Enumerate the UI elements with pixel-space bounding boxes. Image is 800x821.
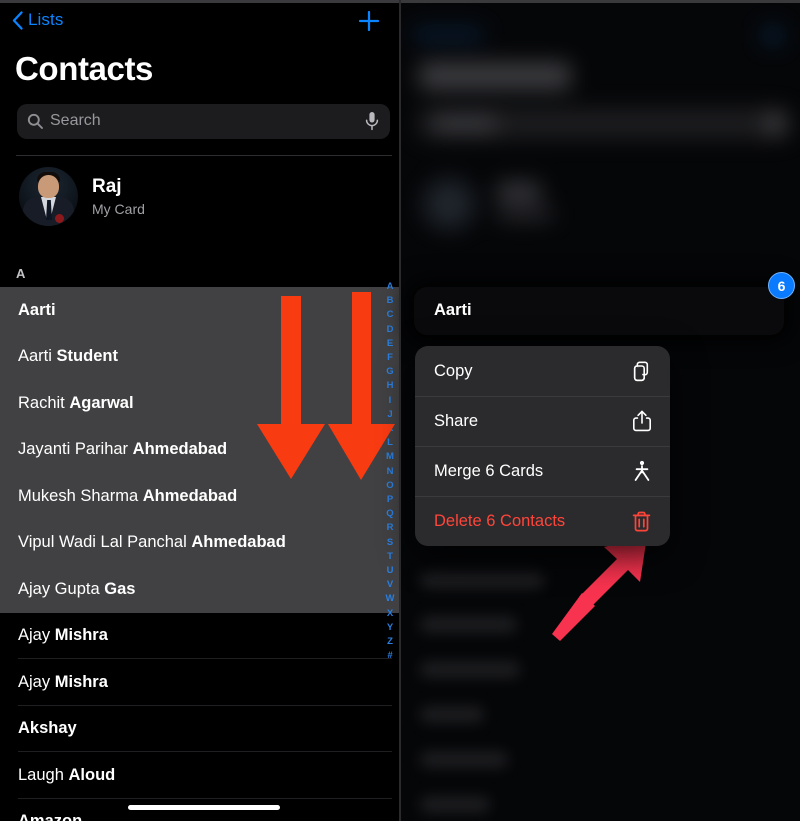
home-indicator-left <box>128 804 280 810</box>
contact-given-name: Mukesh Sharma <box>18 486 139 505</box>
contact-row[interactable]: Ajay Mishra <box>0 612 399 659</box>
screenshot-root: Lists Contacts Search Raj My Card A Aart… <box>0 0 800 821</box>
blurred-my-card-name <box>497 182 541 202</box>
trash-icon <box>631 510 652 533</box>
contact-given-name: Rachit <box>18 393 65 412</box>
contact-family-name: Ahmedabad <box>142 486 238 505</box>
contact-row[interactable]: Ajay Gupta Gas <box>0 566 399 613</box>
preview-contact-name: Aarti <box>434 301 472 319</box>
alphabet-index-letter[interactable]: P <box>387 493 393 507</box>
menu-item-share[interactable]: Share <box>415 396 670 446</box>
page-title: Contacts <box>15 50 153 87</box>
blurred-back-button <box>413 28 483 41</box>
contact-given-name: Vipul Wadi Lal Panchal <box>18 533 187 552</box>
contact-given-name: Jayanti Parihar <box>18 440 129 459</box>
contact-row[interactable]: Vipul Wadi Lal Panchal Ahmedabad <box>0 519 399 566</box>
context-menu: Copy Share Merge 6 Cards Delete 6 Contacts <box>415 346 670 546</box>
contact-given-name: Amazon <box>18 812 82 821</box>
my-card-subtitle: My Card <box>92 201 145 217</box>
contact-given-name: Aarti <box>18 347 52 366</box>
chevron-left-icon <box>12 10 23 30</box>
alphabet-index-letter[interactable]: V <box>387 578 393 592</box>
contact-name: Ajay Mishra <box>18 626 108 645</box>
alphabet-index-letter[interactable]: Y <box>387 621 393 635</box>
alphabet-index-letter[interactable]: X <box>387 607 393 621</box>
red-diagonal-arrow <box>548 533 658 645</box>
alphabet-index-letter[interactable]: Q <box>386 507 393 521</box>
contact-family-name: Agarwal <box>69 393 134 412</box>
contact-name: Aarti <box>18 301 56 320</box>
back-button-label: Lists <box>28 10 64 29</box>
menu-item-copy[interactable]: Copy <box>415 346 670 396</box>
contact-family-name: Student <box>56 347 118 366</box>
blurred-page-title <box>419 62 571 90</box>
panel-divider <box>399 0 401 821</box>
menu-item-delete-6-contacts[interactable]: Delete 6 Contacts <box>415 496 670 546</box>
red-down-arrow-left <box>252 296 330 481</box>
contact-preview-card[interactable]: Aarti <box>414 287 784 335</box>
menu-item-label: Merge 6 Cards <box>434 461 544 480</box>
contact-name: Ajay Mishra <box>18 673 108 692</box>
copy-icon <box>631 360 652 383</box>
navigation-bar: Lists <box>0 8 399 42</box>
contact-family-name: Mishra <box>54 672 108 691</box>
menu-item-label: Copy <box>434 361 473 380</box>
contact-name: Rachit Agarwal <box>18 394 134 413</box>
alphabet-index-letter[interactable]: Z <box>387 635 393 649</box>
search-input[interactable]: Search <box>17 104 390 139</box>
my-card-row[interactable]: Raj My Card <box>0 160 399 234</box>
share-icon <box>631 410 652 433</box>
blurred-my-card-subtitle <box>497 208 553 221</box>
contact-name: Ajay Gupta Gas <box>18 580 135 599</box>
menu-item-label: Share <box>434 411 479 430</box>
contact-name: Vipul Wadi Lal Panchal Ahmedabad <box>18 533 286 552</box>
blurred-avatar <box>423 178 475 230</box>
contact-given-name: Ajay <box>18 626 51 645</box>
contact-name: Amazon <box>18 812 82 821</box>
contact-row[interactable]: Laugh Aloud <box>0 752 399 799</box>
alphabet-index-letter[interactable]: R <box>387 521 394 535</box>
contact-name: Akshay <box>18 719 77 738</box>
add-contact-button[interactable] <box>355 7 383 35</box>
contact-given-name: Aarti <box>18 300 56 319</box>
contact-given-name: Akshay <box>18 719 77 738</box>
search-icon <box>27 113 43 129</box>
search-placeholder: Search <box>50 112 101 129</box>
red-down-arrow-right <box>326 292 398 482</box>
blurred-microphone-icon <box>767 114 782 133</box>
contact-name: Aarti Student <box>18 347 118 366</box>
blurred-search-placeholder <box>434 117 496 130</box>
contact-name: Mukesh Sharma Ahmedabad <box>18 487 237 506</box>
merge-icon <box>631 460 652 483</box>
left-phone-panel: Lists Contacts Search Raj My Card A Aart… <box>0 0 399 821</box>
menu-item-merge-6-cards[interactable]: Merge 6 Cards <box>415 446 670 496</box>
contact-name: Laugh Aloud <box>18 766 115 785</box>
contact-name: Jayanti Parihar Ahmedabad <box>18 440 227 459</box>
back-to-lists-button[interactable]: Lists <box>12 10 63 30</box>
microphone-icon[interactable] <box>365 111 379 131</box>
contact-given-name: Laugh <box>18 765 64 784</box>
blurred-add-button <box>763 26 782 45</box>
contact-given-name: Ajay Gupta <box>18 579 100 598</box>
selection-count-badge: 6 <box>768 272 795 299</box>
alphabet-index-letter[interactable]: # <box>387 649 392 663</box>
menu-item-label: Delete 6 Contacts <box>434 511 566 530</box>
contact-given-name: Ajay <box>18 672 51 691</box>
contact-row[interactable]: Akshay <box>0 705 399 752</box>
contact-row[interactable]: Ajay Mishra <box>0 659 399 706</box>
section-header-a: A <box>0 262 399 284</box>
alphabet-index-letter[interactable]: U <box>387 564 394 578</box>
contact-family-name: Ahmedabad <box>191 533 286 552</box>
my-card-name: Raj <box>92 176 122 197</box>
contact-family-name: Gas <box>104 579 136 598</box>
avatar <box>19 167 78 226</box>
divider-below-search <box>16 155 392 156</box>
alphabet-index-letter[interactable]: W <box>386 592 395 606</box>
alphabet-index-letter[interactable]: S <box>387 536 393 550</box>
contact-family-name: Aloud <box>68 765 116 784</box>
alphabet-index-letter[interactable]: T <box>387 550 393 564</box>
contact-family-name: Ahmedabad <box>132 440 228 459</box>
plus-icon <box>355 7 383 35</box>
contact-family-name: Mishra <box>54 626 108 645</box>
